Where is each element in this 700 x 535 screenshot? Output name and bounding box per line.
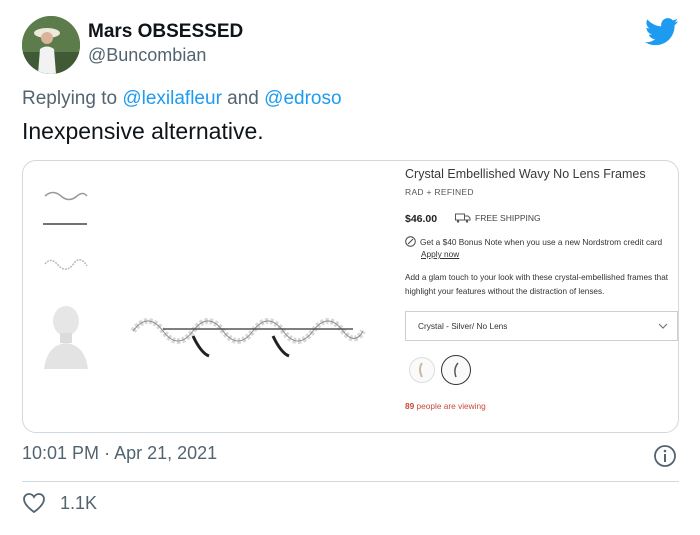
- product-description: Add a glam touch to your look with these…: [405, 273, 669, 296]
- shipping-label: FREE SHIPPING: [475, 213, 541, 223]
- author-name[interactable]: Mars OBSESSED: [88, 21, 243, 43]
- author-handle[interactable]: @Buncombian: [88, 45, 206, 66]
- color-select-value: Crystal - Silver/ No Lens: [418, 321, 508, 331]
- replying-joiner: and: [227, 88, 259, 109]
- bonus-text: Get a $40 Bonus Note when you use a new …: [420, 236, 663, 247]
- tweet-time: 10:01 PM: [22, 443, 100, 463]
- heart-icon: [23, 493, 45, 514]
- swatch-crystal-gold[interactable]: [409, 357, 435, 383]
- avatar[interactable]: [22, 16, 80, 74]
- product-brand[interactable]: RAD + REFINED: [405, 187, 474, 197]
- attached-image[interactable]: Crystal Embellished Wavy No Lens Frames …: [22, 160, 679, 433]
- swatch-glasses-icon: [419, 362, 423, 378]
- color-swatches: [409, 355, 471, 385]
- like-button[interactable]: 1.1K: [22, 492, 97, 514]
- thumbnail-frames-angle-icon[interactable]: [41, 248, 91, 280]
- apply-now-link[interactable]: Apply now: [421, 249, 459, 259]
- tweet-text: Inexpensive alternative.: [22, 118, 264, 144]
- replying-prefix: Replying to: [22, 88, 118, 109]
- timestamp-separator: ·: [104, 443, 111, 463]
- chevron-down-icon: [658, 323, 668, 329]
- glasses-main-image-icon: [130, 318, 366, 358]
- like-count: 1.1K: [60, 492, 98, 513]
- product-title: Crystal Embellished Wavy No Lens Frames: [405, 167, 646, 181]
- swatch-crystal-silver[interactable]: [441, 355, 471, 385]
- tweet-date: Apr 21, 2021: [114, 443, 218, 463]
- replying-to: Replying to @lexilafleur and @edroso: [22, 88, 342, 110]
- tweet-timestamp[interactable]: 10:01 PM · Apr 21, 2021: [22, 443, 217, 464]
- bonus-note: Get a $40 Bonus Note when you use a new …: [405, 236, 662, 247]
- truck-icon: [455, 213, 471, 223]
- avatar-photo-icon: [22, 16, 80, 74]
- viewing-label: people are viewing: [416, 401, 486, 411]
- twitter-bird-icon[interactable]: [645, 18, 679, 46]
- info-icon[interactable]: [653, 444, 677, 468]
- divider: [22, 481, 679, 482]
- bonus-note-icon: [405, 236, 416, 247]
- viewing-count: 89: [405, 401, 415, 411]
- people-viewing: 89 people are viewing: [405, 401, 486, 411]
- mention-lexilafleur[interactable]: @lexilafleur: [122, 88, 222, 109]
- swatch-glasses-icon: [454, 362, 459, 378]
- thumbnail-model-icon[interactable]: [41, 303, 91, 369]
- thumbnail-frames-top-icon[interactable]: [41, 183, 91, 209]
- mention-edroso[interactable]: @edroso: [264, 88, 341, 109]
- color-select[interactable]: Crystal - Silver/ No Lens: [405, 311, 678, 341]
- product-price: $46.00: [405, 213, 438, 225]
- thumbnail-frames-side-icon[interactable]: [41, 217, 91, 231]
- shipping-info: FREE SHIPPING: [455, 213, 541, 223]
